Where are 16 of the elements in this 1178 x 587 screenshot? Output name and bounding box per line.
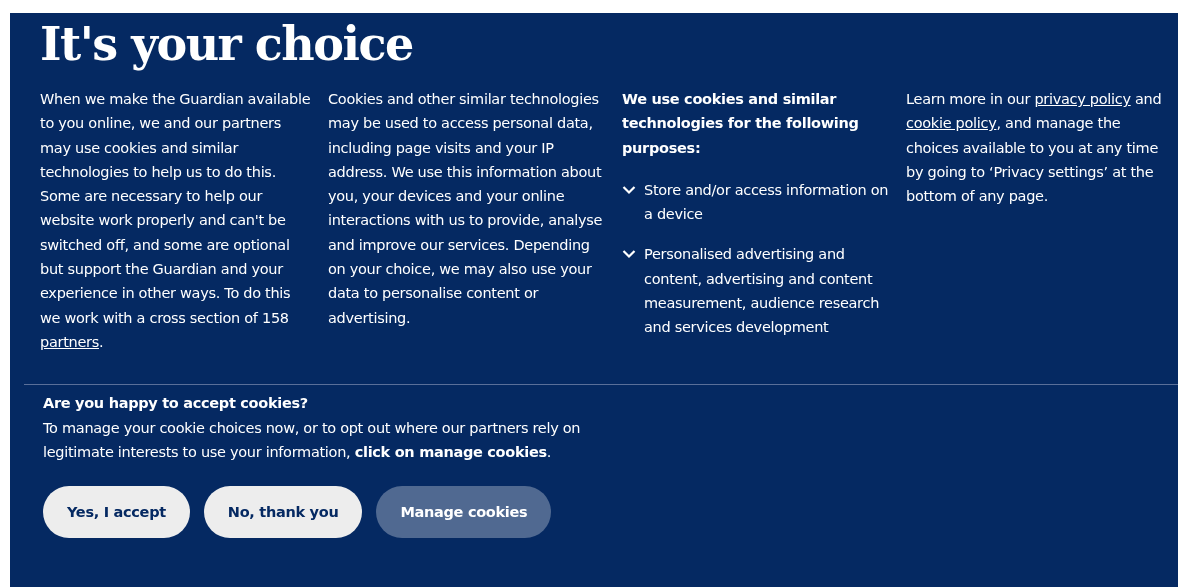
text-link[interactable]: privacy policy — [1034, 91, 1131, 107]
explanation-text: To manage your cookie choices now, or to opt out where our partners rely on legitimate interests to use your information, click on manage cookies. — [43, 418, 582, 462]
question-heading: Are you happy to accept cookies? — [43, 394, 308, 414]
chevron-icon[interactable] — [622, 184, 636, 195]
text-link[interactable]: cookie policy — [906, 115, 997, 132]
choice-button[interactable]: No, thank you — [203, 486, 363, 539]
text-link[interactable]: partners — [40, 333, 99, 350]
paragraph-text: Learn more in our privacy policy and cookie policy, and manage the choices available to you at any time by going to ‘Privacy settings’ at the bottom of any page. — [906, 90, 1162, 207]
manage-button[interactable]: Manage cookies — [376, 486, 552, 539]
purpose-label[interactable]: Personalised advertising and content, advertising and content measurement, audience research and services development — [644, 242, 892, 340]
purpose-label[interactable]: Store and/or access information on a device — [644, 177, 892, 227]
paragraph-text: When we make the Guardian available to you online, we and our partners may use cookies and similar technologies to help us to do this. Some are necessary to help our website work properly and can't be switched off, and some are optional but support the Guardian and your experience in other ways. To do this we work with a cross section of 158 partners. — [40, 90, 312, 352]
choice-button[interactable]: Yes, I accept — [43, 486, 190, 539]
paragraph-text: Cookies and other similar technologies may be used to access personal data, including page visits and your IP address. We use this information about you, your devices and your online interactions with us to provide, analyse and improve our services. Depending on your choice, we may also use your data to personalise content or advertising. — [328, 90, 604, 328]
chevron-icon[interactable] — [622, 249, 636, 260]
purposes-heading: We use cookies and similar technologies for the following purposes: — [622, 90, 860, 158]
